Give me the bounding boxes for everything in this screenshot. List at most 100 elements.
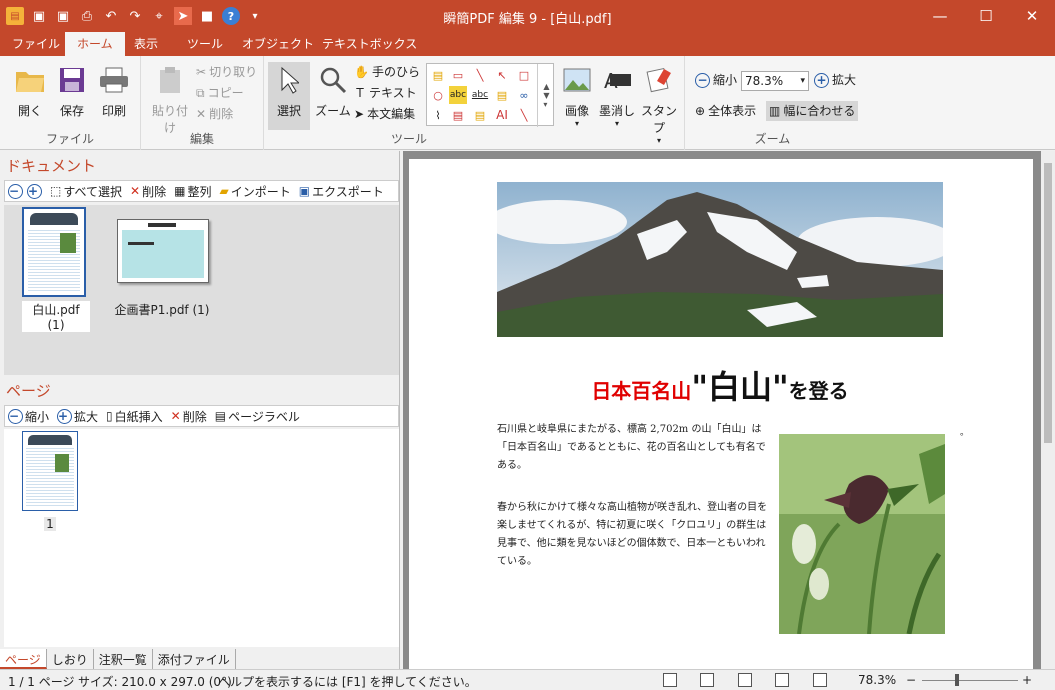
page-label-button[interactable]: ▤ ページラベル — [215, 408, 300, 425]
document-thumb-proposal[interactable] — [117, 219, 209, 283]
sticky-icon[interactable]: ▤ — [471, 106, 489, 124]
save-as-icon[interactable]: ▣ — [54, 7, 72, 25]
fit-width-button[interactable]: ▥ 幅に合わせる — [766, 101, 859, 121]
group-insert: 画像 ▾ A 墨消し ▾ スタンプ ▾ — [556, 56, 685, 150]
arrange-button[interactable]: ▦ 整列 — [174, 183, 211, 200]
tab-home[interactable]: ホーム — [65, 32, 125, 58]
status-zoom-in[interactable]: + — [1022, 673, 1032, 687]
print-button[interactable]: 印刷 — [95, 62, 133, 124]
heading-big: "白山" — [691, 368, 789, 406]
zoom-select[interactable]: 78.3% ▾ — [741, 71, 809, 91]
redo-icon[interactable]: ↷ — [126, 7, 144, 25]
document-list: 白山.pdf (1) 企画書P1.pdf (1) — [4, 205, 399, 375]
page-thumb-1[interactable] — [22, 431, 78, 511]
fit-page-status-icon[interactable] — [775, 673, 789, 687]
doc-delete-button[interactable]: ✕ 削除 — [130, 183, 166, 200]
body-edit-button[interactable]: ➤ 本文編集 — [354, 105, 415, 123]
text-tool-button[interactable]: Ｔ テキスト — [354, 84, 417, 102]
minimize-icon[interactable]: — — [917, 0, 963, 32]
gallery-scroll[interactable]: ▲ ▼ ▾ — [537, 64, 555, 127]
stop-icon[interactable]: ■ — [198, 7, 216, 25]
close-icon[interactable]: ✕ — [1009, 0, 1055, 32]
document-name[interactable]: 企画書P1.pdf (1) — [112, 301, 212, 318]
zoom-slider-thumb[interactable] — [955, 674, 959, 686]
delete-button[interactable]: ✕ 削除 — [196, 105, 233, 123]
zoom-slider[interactable] — [922, 680, 1018, 681]
help-icon[interactable]: ? — [222, 7, 240, 25]
tab-textbox[interactable]: テキストボックス — [310, 32, 429, 56]
stamp-button[interactable]: スタンプ ▾ — [640, 62, 678, 145]
fit-page-button[interactable]: ⊕ 全体表示 — [695, 102, 756, 120]
document-thumb-hakusan[interactable] — [22, 207, 86, 297]
app-icon[interactable]: ▤ — [6, 7, 24, 25]
flower-photo — [779, 434, 945, 634]
zoom-in-button[interactable]: + 拡大 — [814, 71, 856, 89]
heading-suffix: を登る — [788, 379, 849, 403]
page-delete-button[interactable]: ✕ 削除 — [171, 408, 207, 425]
select-all-button[interactable]: ⬚ すべて選択 — [50, 183, 122, 200]
next-page-icon[interactable] — [700, 673, 714, 687]
text-annotation-icon[interactable]: AI — [493, 106, 511, 124]
callout-icon[interactable]: ▤ — [493, 86, 511, 104]
line-icon[interactable]: ╲ — [471, 66, 489, 84]
open-button[interactable]: 開く — [11, 62, 49, 124]
tab-file[interactable]: ファイル — [0, 32, 72, 56]
save-button[interactable]: 保存 — [53, 62, 91, 124]
note-icon[interactable]: ▤ — [429, 66, 447, 84]
tab-attachments[interactable]: 添付ファイル — [153, 649, 236, 669]
page-zoom-out-button[interactable]: − 縮小 — [8, 408, 49, 425]
group-tools-label: ツール — [390, 132, 427, 146]
delete-label: 削除 — [209, 107, 234, 121]
tab-view[interactable]: 表示 — [122, 32, 170, 56]
insert-blank-button[interactable]: ▯ 白紙挿入 — [106, 408, 163, 425]
rectangle-icon[interactable]: □ — [515, 66, 533, 84]
page-zoom-in-button[interactable]: + 拡大 — [57, 408, 98, 425]
export-button[interactable]: ▣ エクスポート — [299, 183, 384, 200]
tab-annotations[interactable]: 注釈一覧 — [94, 649, 153, 669]
attach-icon[interactable]: ⌇ — [429, 106, 447, 124]
vertical-scrollbar[interactable] — [1041, 151, 1055, 669]
magnifier-icon — [317, 64, 349, 96]
underline-icon[interactable]: abc — [471, 86, 489, 104]
scroll-thumb[interactable] — [1044, 163, 1052, 443]
ribbon: 開く 保存 印刷 ファイル 貼り付け ✂ 切り取り ⧉ コピー ✕ 削除 編集 選択 … — [0, 56, 1055, 150]
undo-icon[interactable]: ↶ — [102, 7, 120, 25]
typewriter-icon[interactable]: ▤ — [449, 106, 467, 124]
copy-button[interactable]: ⧉ コピー — [196, 84, 244, 102]
select-text-icon[interactable]: ⌖ — [150, 7, 168, 25]
redact-button[interactable]: A 墨消し ▾ — [598, 62, 636, 128]
pencil-icon[interactable]: ╲ — [515, 106, 533, 124]
left-pane: ドキュメント − + ⬚ すべて選択 ✕ 削除 ▦ 整列 ▰ インポート ▣ エクスポート… — [0, 151, 400, 669]
tab-tools[interactable]: ツール — [175, 32, 235, 56]
first-page-icon[interactable] — [663, 673, 677, 687]
save-icon[interactable]: ▣ — [30, 7, 48, 25]
tab-pages[interactable]: ページ — [0, 649, 47, 669]
textbox-icon[interactable]: ▭ — [449, 66, 467, 84]
document-viewer[interactable]: 日本百名山"白山"を登る 石川県と岐阜県にまたがる、標高 2,702m の山「白… — [403, 151, 1055, 679]
cut-button[interactable]: ✂ 切り取り — [196, 63, 257, 81]
zoom-out-icon[interactable]: − — [8, 183, 23, 199]
status-zoom-out[interactable]: − — [906, 673, 916, 687]
paste-button[interactable]: 貼り付け — [147, 62, 193, 135]
fit-width-status-icon[interactable] — [813, 673, 827, 687]
maximize-icon[interactable]: ☐ — [963, 0, 1009, 32]
highlight-icon[interactable]: abc — [449, 86, 467, 104]
link-icon[interactable]: ∞ — [515, 86, 533, 104]
arrow-icon[interactable]: ↖ — [493, 66, 511, 84]
print-icon[interactable]: ⎙ — [78, 7, 96, 25]
zoom-in-icon[interactable]: + — [27, 183, 42, 199]
hand-button[interactable]: ✋ 手のひら — [354, 63, 420, 81]
pointer-icon[interactable]: ➤ — [174, 7, 192, 25]
document-name[interactable]: 白山.pdf (1) — [22, 301, 90, 332]
image-button[interactable]: 画像 ▾ — [558, 62, 596, 128]
tab-bookmarks[interactable]: しおり — [47, 649, 94, 669]
import-button[interactable]: ▰ インポート — [219, 183, 290, 200]
select-button[interactable]: 選択 — [268, 62, 310, 130]
customize-icon[interactable]: ▾ — [246, 7, 264, 25]
zoom-button[interactable]: ズーム — [314, 62, 352, 124]
zoom-out-button[interactable]: − 縮小 — [695, 71, 737, 89]
print-label: 印刷 — [101, 104, 126, 118]
ellipse-icon[interactable]: ○ — [429, 86, 447, 104]
single-page-icon[interactable] — [738, 673, 752, 687]
redact-label: 墨消し — [598, 104, 635, 118]
